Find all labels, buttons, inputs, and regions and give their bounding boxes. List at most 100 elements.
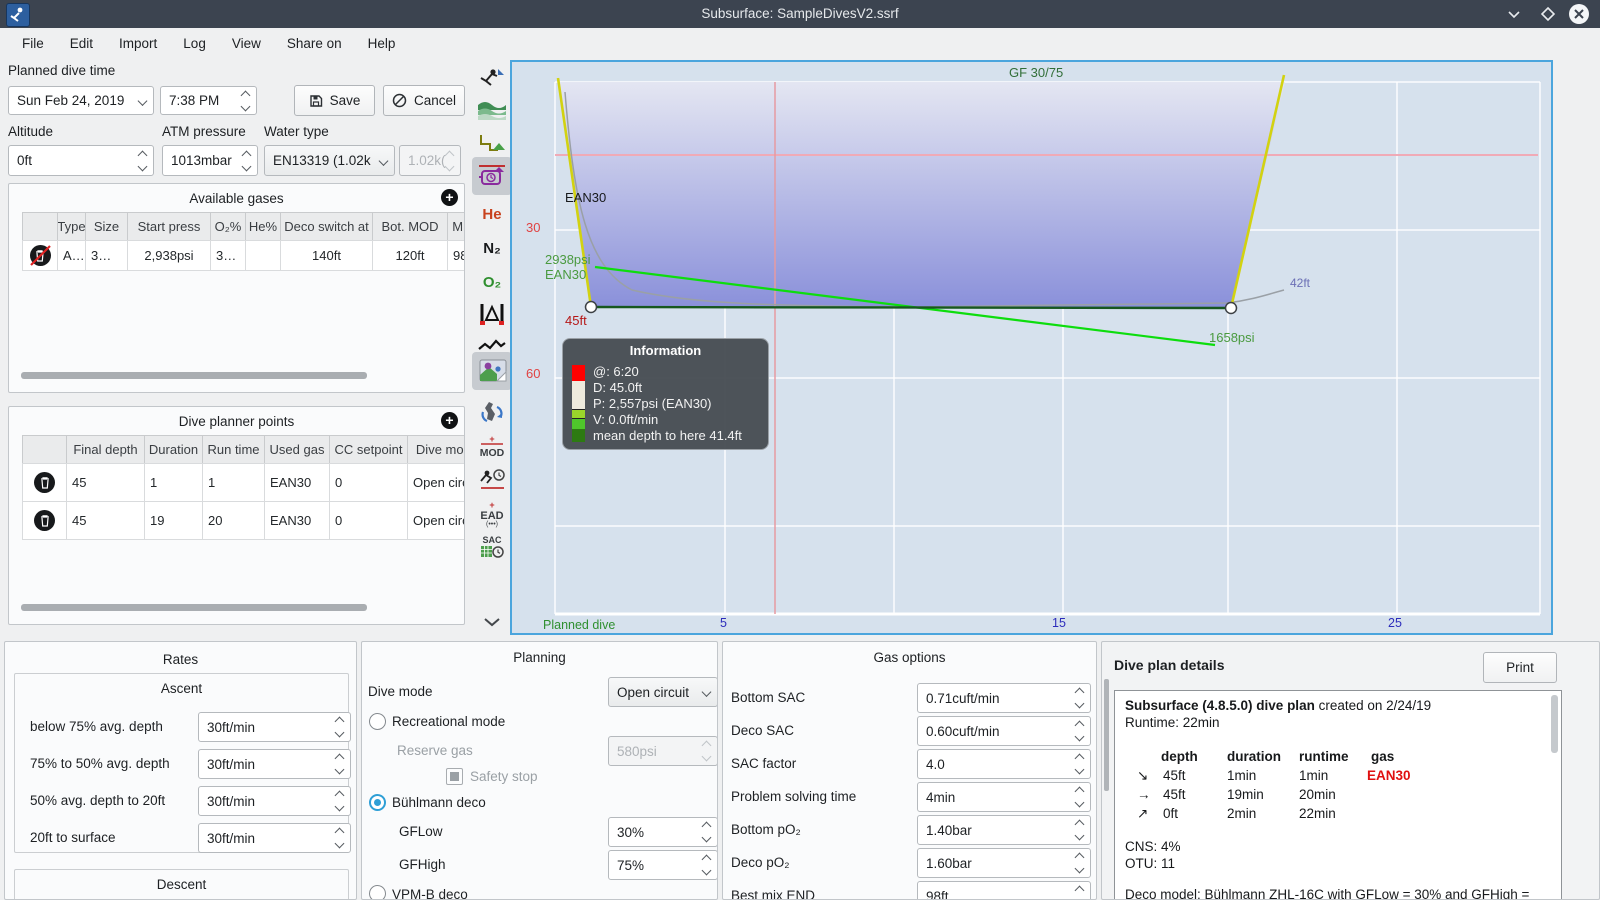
points-header-run-time[interactable]: Run time [202, 435, 265, 464]
gases-cell-start-press[interactable]: 2,938psi [127, 240, 211, 271]
sac-factor-spinner[interactable]: 4.0 [917, 749, 1091, 779]
points-header-cc-setpoint[interactable]: CC setpoint [329, 435, 408, 464]
add-cylinder-button[interactable]: + [441, 189, 458, 206]
points-header-final-depth[interactable]: Final depth [66, 435, 145, 464]
rate-spinner[interactable]: 30ft/min [198, 823, 351, 853]
photos-icon[interactable] [478, 357, 510, 385]
gases-header-he[interactable]: He% [245, 212, 281, 241]
trash-icon[interactable] [29, 245, 51, 266]
points-cell-final-depth[interactable]: 45 [66, 501, 145, 540]
gases-header-o2[interactable]: O₂% [210, 212, 246, 241]
ndl-time-icon[interactable] [476, 466, 508, 494]
minimize-icon[interactable] [1506, 7, 1522, 26]
gflow-spinner[interactable]: 30% [608, 817, 717, 847]
plan-text-scrollbar[interactable] [1551, 695, 1558, 753]
save-button[interactable]: Save [294, 85, 375, 116]
vpmb-deco-radio[interactable] [369, 885, 386, 899]
details-v-scrollbar[interactable] [1104, 679, 1109, 791]
setpoint-icon[interactable] [476, 162, 508, 190]
gases-header-size[interactable]: Size [85, 212, 128, 241]
gases-cell-size[interactable]: 3… [85, 240, 128, 271]
spin-arrows-icon[interactable] [241, 150, 252, 171]
points-header-used-gas[interactable]: Used gas [264, 435, 330, 464]
gases-header-start-press[interactable]: Start press [127, 212, 211, 241]
bottom-sac-spinner[interactable]: 0.71cuft/min [917, 683, 1091, 713]
print-button[interactable]: Print [1483, 652, 1557, 683]
points-cell-cc-setpoint[interactable]: 0 [329, 463, 408, 502]
trash-icon[interactable] [34, 510, 55, 531]
rate-spinner[interactable]: 30ft/min [198, 786, 351, 816]
water-type-select[interactable]: EN13319 (1.02k [264, 145, 395, 176]
points-cell-run-time[interactable]: 1 [202, 463, 265, 502]
gases-header-mnd[interactable]: MND [447, 212, 464, 241]
maximize-icon[interactable] [1540, 6, 1556, 27]
gases-row-delete-cell[interactable] [22, 240, 58, 271]
gases-cell-deco-switch[interactable]: 140ft [280, 240, 373, 271]
points-row-delete-cell[interactable] [22, 501, 67, 540]
points-cell-final-depth[interactable]: 45 [66, 463, 145, 502]
close-icon[interactable] [1568, 3, 1590, 30]
ead-icon[interactable]: + EAD (•••) [476, 500, 508, 528]
points-cell-used-gas[interactable]: EAN30 [264, 501, 330, 540]
bottom-po2-spinner[interactable]: 1.40bar [917, 815, 1091, 845]
toggle-o2-icon[interactable]: O₂ [476, 268, 508, 296]
ceiling-icon[interactable] [476, 130, 508, 158]
menu-help[interactable]: Help [356, 32, 408, 55]
buhlmann-deco-radio[interactable] [369, 794, 386, 811]
altitude-spinner[interactable]: 0ft [8, 145, 154, 176]
gas-change-icon[interactable] [476, 398, 508, 426]
atm-pressure-spinner[interactable]: 1013mbar [162, 145, 258, 176]
recreational-mode-radio[interactable] [369, 713, 386, 730]
menu-share-on[interactable]: Share on [275, 32, 354, 55]
gases-header-bot-mod[interactable]: Bot. MOD [372, 212, 448, 241]
spin-arrows-icon[interactable] [137, 150, 148, 171]
toggle-he-icon[interactable]: He [476, 200, 508, 228]
salinity-icon[interactable] [476, 96, 508, 124]
points-cell-used-gas[interactable]: EAN30 [264, 463, 330, 502]
menu-view[interactable]: View [220, 32, 273, 55]
mod-icon[interactable]: + MOD [476, 432, 508, 460]
best-mix-end-spinner[interactable]: 98ft [917, 881, 1091, 899]
points-header-dive-mode[interactable]: Dive mode [407, 435, 464, 464]
points-header-duration[interactable]: Duration [144, 435, 203, 464]
deco-po2-spinner[interactable]: 1.60bar [917, 848, 1091, 878]
sac-icon[interactable]: SAC [476, 534, 508, 562]
rate-spinner[interactable]: 30ft/min [198, 712, 351, 742]
dive-plan-text-box[interactable]: Subsurface (4.8.5.0) dive plan created o… [1114, 690, 1562, 899]
points-cell-cc-setpoint[interactable]: 0 [329, 501, 408, 540]
problem-time-spinner[interactable]: 4min [917, 782, 1091, 812]
spin-arrows-icon[interactable] [240, 90, 251, 111]
cancel-button[interactable]: Cancel [383, 85, 465, 116]
date-select[interactable]: Sun Feb 24, 2019 [8, 86, 154, 115]
gases-cell-type[interactable]: A… [57, 240, 86, 271]
dive-mode-select[interactable]: Open circuit [608, 677, 717, 707]
gfhigh-spinner[interactable]: 75% [608, 850, 717, 880]
dive-profile-chart[interactable]: GF 30/75 30 60 EAN30 2938psi EAN30 45ft … [510, 60, 1553, 635]
toolbar-collapse-icon[interactable] [476, 608, 508, 636]
gases-h-scrollbar[interactable] [21, 372, 367, 379]
points-cell-duration[interactable]: 19 [144, 501, 203, 540]
heart-rate-icon[interactable] [476, 332, 508, 360]
points-h-scrollbar[interactable] [21, 604, 367, 611]
add-point-button[interactable]: + [441, 412, 458, 429]
gases-cell-he[interactable] [245, 240, 281, 271]
points-cell-dive-mode[interactable]: Open circuit [407, 501, 464, 540]
points-cell-duration[interactable]: 1 [144, 463, 203, 502]
gases-header-deco-switch[interactable]: Deco switch at [280, 212, 373, 241]
ascent-rate-icon[interactable] [476, 64, 508, 92]
gases-cell-o2[interactable]: 3… [210, 240, 246, 271]
gases-header-type[interactable]: Type [57, 212, 86, 241]
menu-file[interactable]: File [10, 32, 56, 55]
menu-import[interactable]: Import [107, 32, 169, 55]
trash-icon[interactable] [34, 472, 55, 493]
gases-cell-mnd[interactable]: 98ft [447, 240, 464, 271]
points-cell-run-time[interactable]: 20 [202, 501, 265, 540]
toggle-n2-icon[interactable]: N₂ [476, 234, 508, 262]
deco-sac-spinner[interactable]: 0.60cuft/min [917, 716, 1091, 746]
rate-spinner[interactable]: 30ft/min [198, 749, 351, 779]
gases-cell-bot-mod[interactable]: 120ft [372, 240, 448, 271]
points-row-delete-cell[interactable] [22, 463, 67, 502]
points-cell-dive-mode[interactable]: Open circuit [407, 463, 464, 502]
tissues-icon[interactable] [476, 300, 508, 328]
menu-log[interactable]: Log [171, 32, 218, 55]
